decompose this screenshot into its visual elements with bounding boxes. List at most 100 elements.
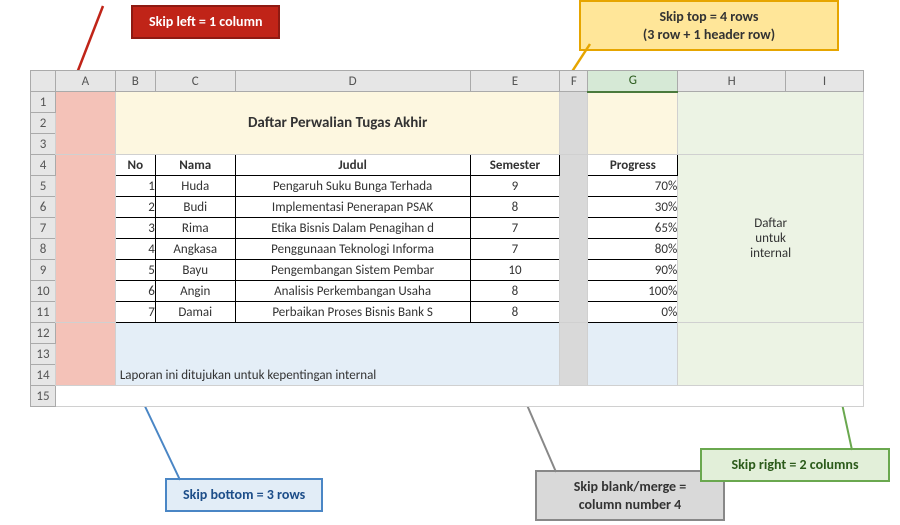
cell-prog-2[interactable]: 65% [588,218,678,239]
region-skip-bottom-g[interactable] [588,323,678,386]
cell-sem-4[interactable]: 10 [470,260,560,281]
rowhdr-6[interactable]: 6 [31,197,56,218]
cell-judul-1[interactable]: Implementasi Penerapan PSAK [235,197,470,218]
callout-skip-top-label-2: (3 row + 1 header row) [643,26,775,43]
colhdr-I[interactable]: I [786,71,864,92]
cell-judul-3[interactable]: Penggunaan Teknologi Informa [235,239,470,260]
cell-nama-4[interactable]: Bayu [155,260,235,281]
row-4: 4 No Nama Judul Semester Progress Daftar… [31,155,864,176]
rowhdr-7[interactable]: 7 [31,218,56,239]
cell-prog-0[interactable]: 70% [588,176,678,197]
region-skip-bottom[interactable]: Laporan ini ditujukan untuk kepentingan … [115,323,560,386]
select-all-corner[interactable] [31,71,56,92]
cell-prog-6[interactable]: 0% [588,302,678,323]
rowhdr-12[interactable]: 12 [31,323,56,344]
cell-sem-3[interactable]: 7 [470,239,560,260]
th-semester[interactable]: Semester [470,155,560,176]
cell-prog-1[interactable]: 30% [588,197,678,218]
region-merge-body[interactable] [560,155,588,323]
rowhdr-10[interactable]: 10 [31,281,56,302]
cell-judul-6[interactable]: Perbaikan Proses Bisnis Bank S [235,302,470,323]
region-skip-left-body[interactable] [55,155,115,323]
rowhdr-15[interactable]: 15 [31,386,56,407]
cell-judul-2[interactable]: Etika Bisnis Dalam Penagihan d [235,218,470,239]
region-merge-bottom[interactable] [560,323,588,386]
rowhdr-2[interactable]: 2 [31,113,56,134]
colhdr-H[interactable]: H [678,71,786,92]
cell-sem-5[interactable]: 8 [470,281,560,302]
colhdr-E[interactable]: E [470,71,560,92]
callout-skip-top: Skip top = 4 rows (3 row + 1 header row) [579,0,839,51]
cell-judul-0[interactable]: Pengaruh Suku Bunga Terhada [235,176,470,197]
side-label-3: internal [750,246,791,261]
cell-no-6[interactable]: 7 [115,302,155,323]
cell-no-1[interactable]: 2 [115,197,155,218]
cell-no-5[interactable]: 6 [115,281,155,302]
th-nama[interactable]: Nama [155,155,235,176]
region-skip-top-g[interactable] [588,92,678,155]
th-progress[interactable]: Progress [588,155,678,176]
region-skip-left-top[interactable] [55,92,115,155]
sheet-title: Daftar Perwalian Tugas Akhir [116,112,560,134]
side-label-1: Daftar [754,216,787,231]
cell-no-0[interactable]: 1 [115,176,155,197]
row-12: 12 Laporan ini ditujukan untuk kepenting… [31,323,864,344]
cell-nama-5[interactable]: Angin [155,281,235,302]
cell-sem-0[interactable]: 9 [470,176,560,197]
rowhdr-14[interactable]: 14 [31,365,56,386]
title-block[interactable]: Daftar Perwalian Tugas Akhir [115,92,560,155]
region-skip-right-top[interactable] [678,92,864,155]
colhdr-G[interactable]: G [588,71,678,92]
callout-skip-merge-label-2: column number 4 [579,496,682,513]
colhdr-C[interactable]: C [155,71,235,92]
rowhdr-4[interactable]: 4 [31,155,56,176]
region-skip-right-body[interactable]: Daftar untuk internal [678,155,864,323]
region-skip-left-bottom[interactable] [55,323,115,386]
stage: Skip left = 1 column Skip top = 4 rows (… [0,0,900,525]
cell-nama-1[interactable]: Budi [155,197,235,218]
callout-skip-merge-label-1: Skip blank/merge = [574,478,687,495]
spreadsheet[interactable]: A B C D E F G H I 1 Daftar Perwalian Tug… [30,70,864,407]
th-no[interactable]: No [115,155,155,176]
cell-sem-1[interactable]: 8 [470,197,560,218]
rowhdr-13[interactable]: 13 [31,344,56,365]
rowhdr-5[interactable]: 5 [31,176,56,197]
rowhdr-8[interactable]: 8 [31,239,56,260]
cell-no-4[interactable]: 5 [115,260,155,281]
callout-skip-bottom: Skip bottom = 3 rows [165,478,323,512]
cell-no-3[interactable]: 4 [115,239,155,260]
cell-nama-0[interactable]: Huda [155,176,235,197]
colhdr-F[interactable]: F [560,71,588,92]
colhdr-D[interactable]: D [235,71,470,92]
side-label-2: untuk [755,231,786,246]
region-skip-right-bottom[interactable] [678,323,864,386]
cell-prog-4[interactable]: 90% [588,260,678,281]
colhdr-A[interactable]: A [55,71,115,92]
cell-nama-2[interactable]: Rima [155,218,235,239]
callout-skip-top-label-1: Skip top = 4 rows [659,8,758,25]
callout-skip-merge: Skip blank/merge = column number 4 [535,470,725,521]
th-judul[interactable]: Judul [235,155,470,176]
rowhdr-9[interactable]: 9 [31,260,56,281]
footer-text: Laporan ini ditujukan untuk kepentingan … [116,366,560,385]
cell-judul-4[interactable]: Pengembangan Sistem Pembar [235,260,470,281]
cell-prog-3[interactable]: 80% [588,239,678,260]
row-15: 15 [31,386,864,407]
row-15-cells[interactable] [55,386,863,407]
cell-prog-5[interactable]: 100% [588,281,678,302]
region-merge-top[interactable] [560,92,588,155]
callout-skip-left-label: Skip left = 1 column [149,13,262,30]
column-header-row: A B C D E F G H I [31,71,864,92]
rowhdr-1[interactable]: 1 [31,92,56,113]
callout-skip-right-label: Skip right = 2 columns [731,456,858,473]
rowhdr-11[interactable]: 11 [31,302,56,323]
cell-nama-6[interactable]: Damai [155,302,235,323]
cell-sem-6[interactable]: 8 [470,302,560,323]
callout-skip-bottom-label: Skip bottom = 3 rows [183,486,305,503]
cell-sem-2[interactable]: 7 [470,218,560,239]
rowhdr-3[interactable]: 3 [31,134,56,155]
cell-no-2[interactable]: 3 [115,218,155,239]
cell-nama-3[interactable]: Angkasa [155,239,235,260]
cell-judul-5[interactable]: Analisis Perkembangan Usaha [235,281,470,302]
colhdr-B[interactable]: B [115,71,155,92]
